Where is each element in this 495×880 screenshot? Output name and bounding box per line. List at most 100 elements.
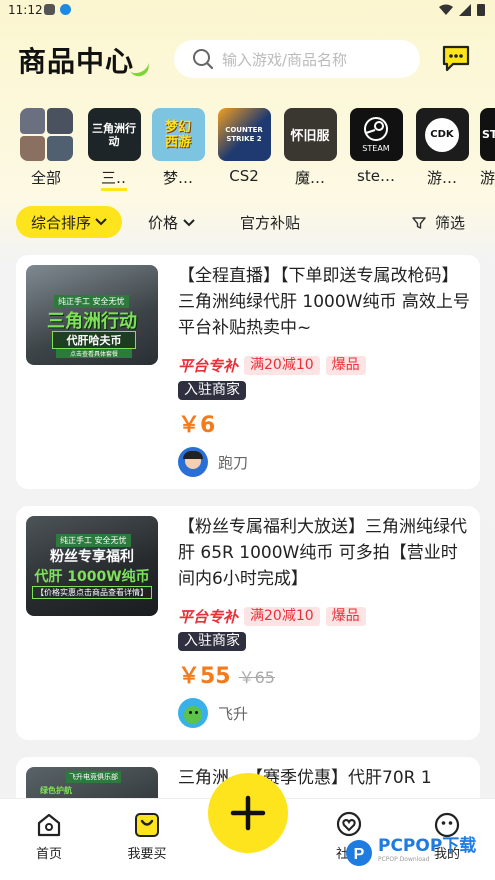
current-price: ￥55 — [178, 664, 231, 689]
price-dropdown[interactable]: 价格 — [148, 212, 195, 233]
nav-buy[interactable]: 我要买 — [112, 811, 182, 862]
page-title: 商品中心 — [18, 45, 135, 78]
game-label: 三… — [101, 167, 127, 191]
seller-name: 飞升 — [218, 704, 249, 723]
hot-tag: 爆品 — [325, 607, 366, 626]
cdk-icon: CDK — [415, 108, 469, 161]
product-title: 【全程直播】【下单即送专属改枪码】三角洲纯绿代肝 1000W纯币 高效上号 平台… — [178, 266, 470, 338]
avatar — [178, 447, 208, 477]
watermark: P PCPOP下载 PCPOP Download — [344, 838, 476, 868]
discount-tag: 满20减10 — [244, 607, 320, 626]
chevron-down-icon — [95, 218, 107, 226]
steam-logo-icon — [364, 117, 388, 141]
filter-label: 筛选 — [435, 214, 466, 232]
funnel-icon — [412, 216, 426, 229]
platform-subsidy-tag: 平台专补 — [178, 608, 239, 626]
search-icon — [193, 49, 214, 70]
game-item-steam[interactable]: STEAM ste… — [348, 108, 404, 185]
cdk-logo-text: CDK — [425, 117, 459, 152]
sort-dropdown[interactable]: 综合排序 — [16, 206, 122, 238]
sort-label: 综合排序 — [30, 213, 91, 232]
subsidy-filter[interactable]: 官方补贴 — [240, 212, 300, 233]
mo-logo-text: 怀旧服 — [290, 129, 330, 144]
cs2-icon: COUNTER STRIKE 2 — [217, 108, 271, 161]
game-label: ste… — [357, 167, 395, 185]
thumb-subtitle: 代肝哈夫币 — [52, 331, 136, 349]
game-item-menghuan[interactable]: 梦幻西游 梦… — [150, 108, 206, 188]
status-time: 11:12 — [8, 3, 43, 17]
filter-button[interactable]: 筛选 — [412, 212, 465, 233]
platform-subsidy-tag: 平台专补 — [178, 357, 239, 375]
home-icon — [37, 813, 61, 837]
thumb-title: 粉丝专享福利 — [50, 549, 134, 565]
download-notification-icon — [60, 4, 71, 15]
wifi-icon — [439, 4, 453, 15]
product-card[interactable]: 纯正手工 安全无忧 三角洲行动 代肝哈夫币 点击查看具体套餐 【全程直播】【下单… — [16, 255, 480, 489]
battery-icon — [477, 4, 485, 16]
tag-row: 平台专补 满20减10 爆品 — [178, 355, 366, 376]
seller[interactable]: 飞升 — [178, 698, 248, 728]
nav-buy-label: 我要买 — [127, 847, 167, 862]
steam-logo-text: STEAM — [362, 144, 390, 153]
plus-icon — [230, 795, 266, 831]
discount-tag: 满20减10 — [244, 356, 320, 375]
thumb-caption: 绿色护航 — [40, 786, 72, 795]
header: 商品中心 输入游戏/商品名称 — [0, 36, 495, 86]
nav-home[interactable]: 首页 — [14, 811, 84, 862]
game-item-more[interactable]: ST 游 — [480, 108, 495, 188]
seller-name: 跑刀 — [218, 453, 249, 472]
watermark-text: PCPOP下载 — [378, 836, 477, 856]
product-card[interactable]: 纯正手工 安全无忧 粉丝专享福利 代肝 1000W纯币 【价格实惠点击商品查看详… — [16, 506, 480, 740]
merchant-tag: 入驻商家 — [178, 381, 246, 400]
game-item-cs2[interactable]: COUNTER STRIKE 2 CS2 — [216, 108, 272, 185]
menghuan-logo-text: 梦幻西游 — [164, 119, 191, 150]
price-label: 价格 — [148, 214, 179, 232]
seller[interactable]: 跑刀 — [178, 447, 248, 477]
thumb-title: 三角洲行动 — [47, 311, 137, 332]
shopping-bag-icon — [135, 813, 159, 837]
thumb-caption: 点击查看具体套餐 — [56, 349, 132, 358]
smiley-face-icon — [434, 812, 460, 838]
avatar — [178, 698, 208, 728]
game-item-mo[interactable]: 怀旧服 魔… — [282, 108, 338, 188]
thumb-caption: 【价格实惠点击商品查看详情】 — [32, 586, 152, 599]
game-collage-icon — [19, 108, 73, 161]
game-label: 全部 — [30, 169, 61, 187]
hot-tag: 爆品 — [325, 356, 366, 375]
product-thumbnail: 纯正手工 安全无忧 粉丝专享福利 代肝 1000W纯币 【价格实惠点击商品查看详… — [26, 516, 158, 616]
st-icon: ST — [480, 108, 495, 161]
game-item-cdk[interactable]: CDK 游… — [414, 108, 470, 188]
steam-icon: STEAM — [349, 108, 403, 161]
signal-icon — [459, 3, 471, 16]
delta-force-icon: 三角洲行动 — [87, 108, 141, 161]
mo-nostalgia-icon: 怀旧服 — [283, 108, 337, 161]
tag-row: 平台专补 满20减10 爆品 — [178, 606, 366, 627]
game-item-all[interactable]: 全部 — [18, 108, 74, 188]
price: ￥55 ￥65 — [178, 658, 275, 690]
thumb-badge: 飞升电竞俱乐部 — [66, 771, 121, 783]
st-logo-text: ST — [482, 128, 495, 141]
svg-text:P: P — [354, 846, 365, 863]
pcpop-logo-icon: P — [346, 840, 372, 866]
original-price: ￥65 — [238, 668, 275, 687]
menghuan-xiyou-icon: 梦幻西游 — [151, 108, 205, 161]
search-placeholder: 输入游戏/商品名称 — [222, 50, 348, 69]
product-title: 【粉丝专属福利大放送】三角洲纯绿代肝 65R 1000W纯币 可多拍【营业时间内… — [178, 517, 467, 589]
publish-button[interactable] — [208, 773, 288, 853]
cat-notification-icon — [44, 4, 55, 15]
game-label: 游 — [480, 169, 495, 187]
thumb-subtitle: 代肝 1000W纯币 — [34, 569, 150, 585]
game-item-delta[interactable]: 三角洲行动 三… — [86, 108, 142, 195]
chevron-down-icon — [183, 218, 195, 226]
cs2-logo-text: COUNTER STRIKE 2 — [225, 125, 263, 143]
merchant-tag: 入驻商家 — [178, 632, 246, 651]
nav-home-label: 首页 — [35, 847, 62, 862]
game-label: 魔… — [294, 169, 325, 187]
delta-logo-text: 三角洲行动 — [92, 121, 136, 148]
search-input[interactable]: 输入游戏/商品名称 — [174, 40, 420, 78]
filter-bar: 综合排序 价格 官方补贴 筛选 — [0, 206, 495, 238]
game-label: 梦… — [162, 169, 193, 187]
heart-chat-icon — [336, 811, 362, 837]
game-category-row: 全部 三角洲行动 三… 梦幻西游 梦… COUNTER STRIKE 2 CS2… — [0, 108, 495, 191]
message-icon[interactable] — [441, 44, 471, 72]
